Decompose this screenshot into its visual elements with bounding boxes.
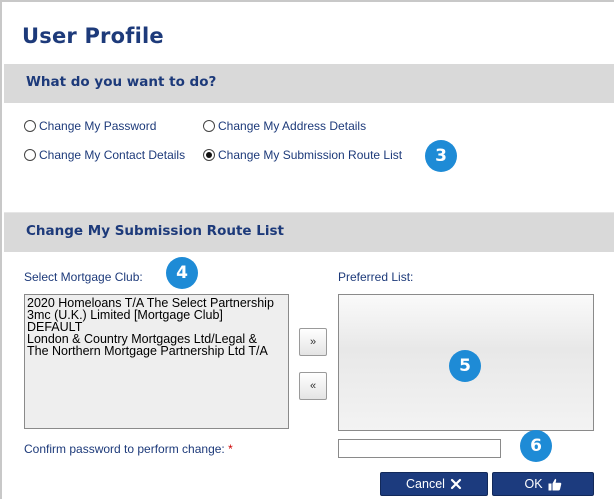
required-asterisk: * (228, 442, 233, 456)
club-list-label: Select Mortgage Club: (24, 270, 143, 284)
section-heading: What do you want to do? (26, 74, 217, 90)
confirm-label-text: Confirm password to perform change: (24, 442, 225, 456)
radio-change-submission-route[interactable]: Change My Submission Route List (203, 148, 402, 162)
callout-badge-5: 5 (449, 350, 481, 382)
section-heading: Change My Submission Route List (26, 223, 284, 239)
thumbs-up-icon (548, 478, 562, 491)
radio-label: Change My Address Details (218, 119, 367, 133)
ok-button-label: OK (524, 477, 543, 491)
list-item[interactable]: The Northern Mortgage Partnership Ltd T/… (25, 345, 288, 358)
preferred-list-label: Preferred List: (338, 270, 414, 284)
confirm-password-input[interactable] (338, 439, 501, 458)
section-header-action: What do you want to do? (4, 64, 614, 103)
page-title: User Profile (22, 24, 164, 48)
radio-circle[interactable] (203, 120, 215, 132)
radio-change-address[interactable]: Change My Address Details (203, 119, 366, 133)
radio-circle[interactable] (24, 120, 36, 132)
mortgage-club-listbox[interactable]: 2020 Homeloans T/A The Select Partnershi… (24, 294, 289, 429)
ok-button[interactable]: OK (492, 472, 594, 496)
radio-circle-selected[interactable] (203, 149, 215, 161)
radio-change-contact[interactable]: Change My Contact Details (24, 148, 185, 162)
radio-label: Change My Submission Route List (218, 148, 403, 162)
radio-label: Change My Password (39, 119, 157, 133)
radio-change-password[interactable]: Change My Password (24, 119, 156, 133)
radio-circle[interactable] (24, 149, 36, 161)
cancel-button-label: Cancel (406, 477, 445, 491)
close-icon (450, 478, 462, 490)
remove-from-preferred-button[interactable]: « (299, 372, 327, 400)
callout-badge-4: 4 (166, 257, 198, 289)
cancel-button[interactable]: Cancel (380, 472, 488, 496)
section-header-route: Change My Submission Route List (4, 213, 614, 252)
radio-label: Change My Contact Details (39, 148, 186, 162)
confirm-password-label: Confirm password to perform change: * (24, 442, 233, 456)
callout-badge-3: 3 (425, 140, 457, 172)
add-to-preferred-button[interactable]: » (299, 328, 327, 356)
callout-badge-6: 6 (520, 430, 552, 462)
profile-window: User Profile What do you want to do? Cha… (0, 0, 614, 499)
